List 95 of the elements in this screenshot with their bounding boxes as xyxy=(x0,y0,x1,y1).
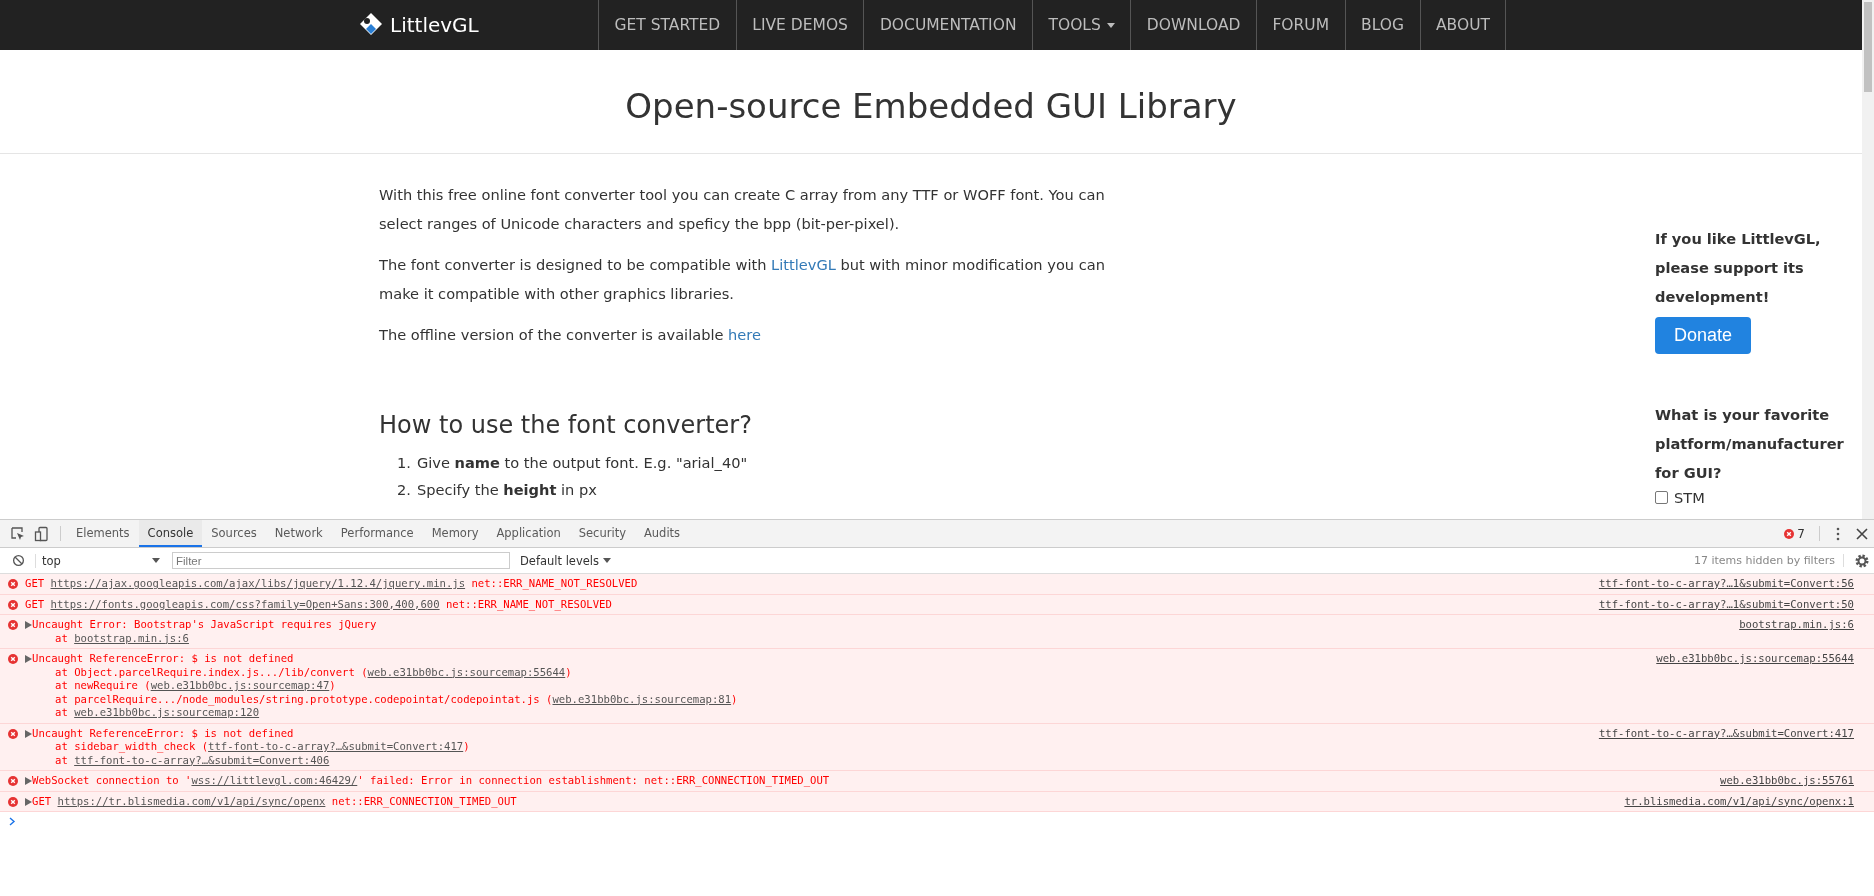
nav-link[interactable]: DOCUMENTATION xyxy=(863,0,1032,50)
console-message: Uncaught ReferenceError: $ is not defined xyxy=(32,726,294,740)
error-icon xyxy=(1784,528,1795,539)
inspect-icon[interactable] xyxy=(10,525,26,542)
prompt-icon xyxy=(9,817,16,826)
link[interactable]: here xyxy=(728,326,761,343)
error-icon xyxy=(8,654,18,664)
console-message: GET https://fonts.googleapis.com/css?family=Open+Sans:300,400,600 net::ERR_NAME_NOT_RESOLVED xyxy=(25,597,612,611)
support-text: If you like LittlevGL, please support its development! xyxy=(1655,229,1822,307)
device-icon[interactable] xyxy=(34,525,50,542)
error-count[interactable]: 7 xyxy=(1797,526,1805,541)
link[interactable]: wss://littlevgl.com:46429/ xyxy=(191,774,358,786)
devtools-tab[interactable]: Performance xyxy=(331,520,423,547)
levels-dropdown[interactable]: Default levels xyxy=(520,553,611,568)
expand-arrow-icon[interactable] xyxy=(25,621,32,629)
link[interactable]: web.e31bb0bc.js:sourcemap:81 xyxy=(552,692,732,705)
close-icon[interactable] xyxy=(1854,525,1870,542)
devtools-tab[interactable]: Network xyxy=(265,520,332,547)
expand-arrow-icon[interactable] xyxy=(25,729,32,738)
console-message: WebSocket connection to 'wss://littlevgl.com:46429/' failed: Error in connection establishment: net::ERR_CONNECTION_TIMED_OUT xyxy=(32,774,830,788)
error-icon xyxy=(8,796,18,807)
devtools-tab[interactable]: Application xyxy=(487,520,570,547)
clear-console-icon[interactable] xyxy=(12,554,25,567)
option-label: STM xyxy=(1674,489,1705,506)
console-message: Uncaught ReferenceError: $ is not defined xyxy=(32,652,294,666)
link[interactable]: https://fonts.googleapis.com/css?family=Open+Sans:300,400,600 xyxy=(50,597,440,610)
error-icon xyxy=(8,728,18,739)
devtools-tab[interactable]: Console xyxy=(138,520,203,547)
link[interactable]: web.e31bb0bc.js:sourcemap:120 xyxy=(74,706,260,718)
caret-icon xyxy=(1106,22,1115,28)
error-icon xyxy=(8,620,18,630)
console-message: at parcelRequire.../node_modules/string.prototype.codepointat/codepointat.js (web.e31bb0bc.js:sourcemap:81) xyxy=(54,692,738,706)
section-heading: How to use the font converter? xyxy=(379,411,753,439)
source-link[interactable]: ttf-font-to-c-array?…&submit=Convert:417 xyxy=(1598,726,1854,740)
settings-icon[interactable] xyxy=(1854,552,1870,569)
page-title: Open-source Embedded GUI Library xyxy=(625,85,1237,126)
nav-link[interactable]: LIVE DEMOS xyxy=(735,0,864,50)
console-message: at newRequire (web.e31bb0bc.js:sourcemap:47) xyxy=(54,679,336,693)
filter-field[interactable]: Filter xyxy=(172,552,510,569)
console-message: at Object.parcelRequire.index.js.../lib/convert (web.e31bb0bc.js:sourcemap:55644) xyxy=(54,665,572,679)
logo-icon xyxy=(358,12,384,38)
paragraph: The offline version of the converter is available here xyxy=(379,325,762,345)
devtools-tab[interactable]: Sources xyxy=(202,520,266,547)
logo-text[interactable]: LittlevGL xyxy=(390,13,479,37)
link[interactable]: web.e31bb0bc.js:sourcemap:55644 xyxy=(367,665,566,678)
source-link[interactable]: ttf-font-to-c-array?…1&submit=Convert:56 xyxy=(1598,577,1854,591)
nav-link[interactable]: ABOUT xyxy=(1419,0,1507,50)
expand-arrow-icon[interactable] xyxy=(25,655,32,663)
caret-icon xyxy=(152,558,160,563)
link[interactable]: bootstrap.min.js:6 xyxy=(74,631,189,644)
nav-link[interactable]: BLOG xyxy=(1344,0,1420,50)
context-select[interactable]: top xyxy=(35,553,166,568)
devtools-tab[interactable]: Audits xyxy=(634,520,690,547)
donate-button[interactable]: Donate xyxy=(1655,317,1752,354)
console-message: at web.e31bb0bc.js:sourcemap:120 xyxy=(54,706,260,720)
link[interactable]: LittlevGL xyxy=(771,256,836,273)
error-icon xyxy=(8,776,18,786)
scrollbar[interactable] xyxy=(1862,0,1874,519)
nav-link[interactable]: TOOLS xyxy=(1032,0,1131,50)
poll-question: What is your favorite platform/manufacturer for GUI? xyxy=(1655,405,1845,483)
devtools-tab[interactable]: Security xyxy=(569,520,635,547)
caret-icon xyxy=(603,558,611,563)
link[interactable]: https://tr.blismedia.com/v1/api/sync/openx xyxy=(57,794,326,807)
console-message: GET https://ajax.googleapis.com/ajax/libs/jquery/1.12.4/jquery.min.js net::ERR_NAME_NOT_RESOLVED xyxy=(25,577,638,591)
step-text: Specify the height in px xyxy=(416,480,597,500)
source-link[interactable]: tr.blismedia.com/v1/api/sync/openx:1 xyxy=(1624,794,1854,808)
devtools-tab[interactable]: Elements xyxy=(67,520,139,547)
error-icon xyxy=(8,599,18,610)
console-message: at ttf-font-to-c-array?…&submit=Convert:406 xyxy=(54,753,330,767)
link[interactable]: ttf-font-to-c-array?…&submit=Convert:406 xyxy=(74,753,330,766)
console-message: at sidebar_width_check (ttf-font-to-c-array?…&submit=Convert:417) xyxy=(54,740,470,754)
link[interactable]: ttf-font-to-c-array?…&submit=Convert:417 xyxy=(208,740,464,752)
expand-arrow-icon[interactable] xyxy=(25,777,32,785)
paragraph: With this free online font converter tool you can create C array from any TTF or WOFF font. You can select ranges of Unicode characters and speficy the bpp (bit-per-pixel). xyxy=(379,185,1106,234)
paragraph: The font converter is designed to be compatible with LittlevGL but with minor modification you can make it compatible with other graphics libraries. xyxy=(379,255,1106,304)
error-icon xyxy=(8,579,18,589)
nav-link[interactable]: DOWNLOAD xyxy=(1130,0,1256,50)
source-link[interactable]: web.e31bb0bc.js:sourcemap:55644 xyxy=(1656,652,1854,666)
source-link[interactable]: bootstrap.min.js:6 xyxy=(1739,618,1854,632)
checkbox[interactable] xyxy=(1655,491,1668,504)
console-message: GET https://tr.blismedia.com/v1/api/sync/openx net::ERR_CONNECTION_TIMED_OUT xyxy=(32,794,517,808)
devtools-tab[interactable]: Memory xyxy=(422,520,488,547)
source-link[interactable]: web.e31bb0bc.js:55761 xyxy=(1720,774,1854,788)
link[interactable]: web.e31bb0bc.js:sourcemap:47 xyxy=(150,679,330,691)
nav-link[interactable]: GET STARTED xyxy=(598,0,736,50)
nav-link[interactable]: FORUM xyxy=(1255,0,1345,50)
step-text: Give name to the output font. E.g. "arial_40" xyxy=(416,453,748,473)
console-message: Uncaught Error: Bootstrap's JavaScript requires jQuery xyxy=(32,618,377,632)
hidden-items-note: 17 items hidden by filters xyxy=(1693,554,1844,567)
step-number: 1. xyxy=(397,453,411,473)
expand-arrow-icon[interactable] xyxy=(25,797,32,806)
source-link[interactable]: ttf-font-to-c-array?…1&submit=Convert:50 xyxy=(1598,597,1854,611)
step-number: 2. xyxy=(397,480,411,500)
console-message: at bootstrap.min.js:6 xyxy=(54,631,189,645)
link[interactable]: https://ajax.googleapis.com/ajax/libs/jquery/1.12.4/jquery.min.js xyxy=(50,577,466,589)
